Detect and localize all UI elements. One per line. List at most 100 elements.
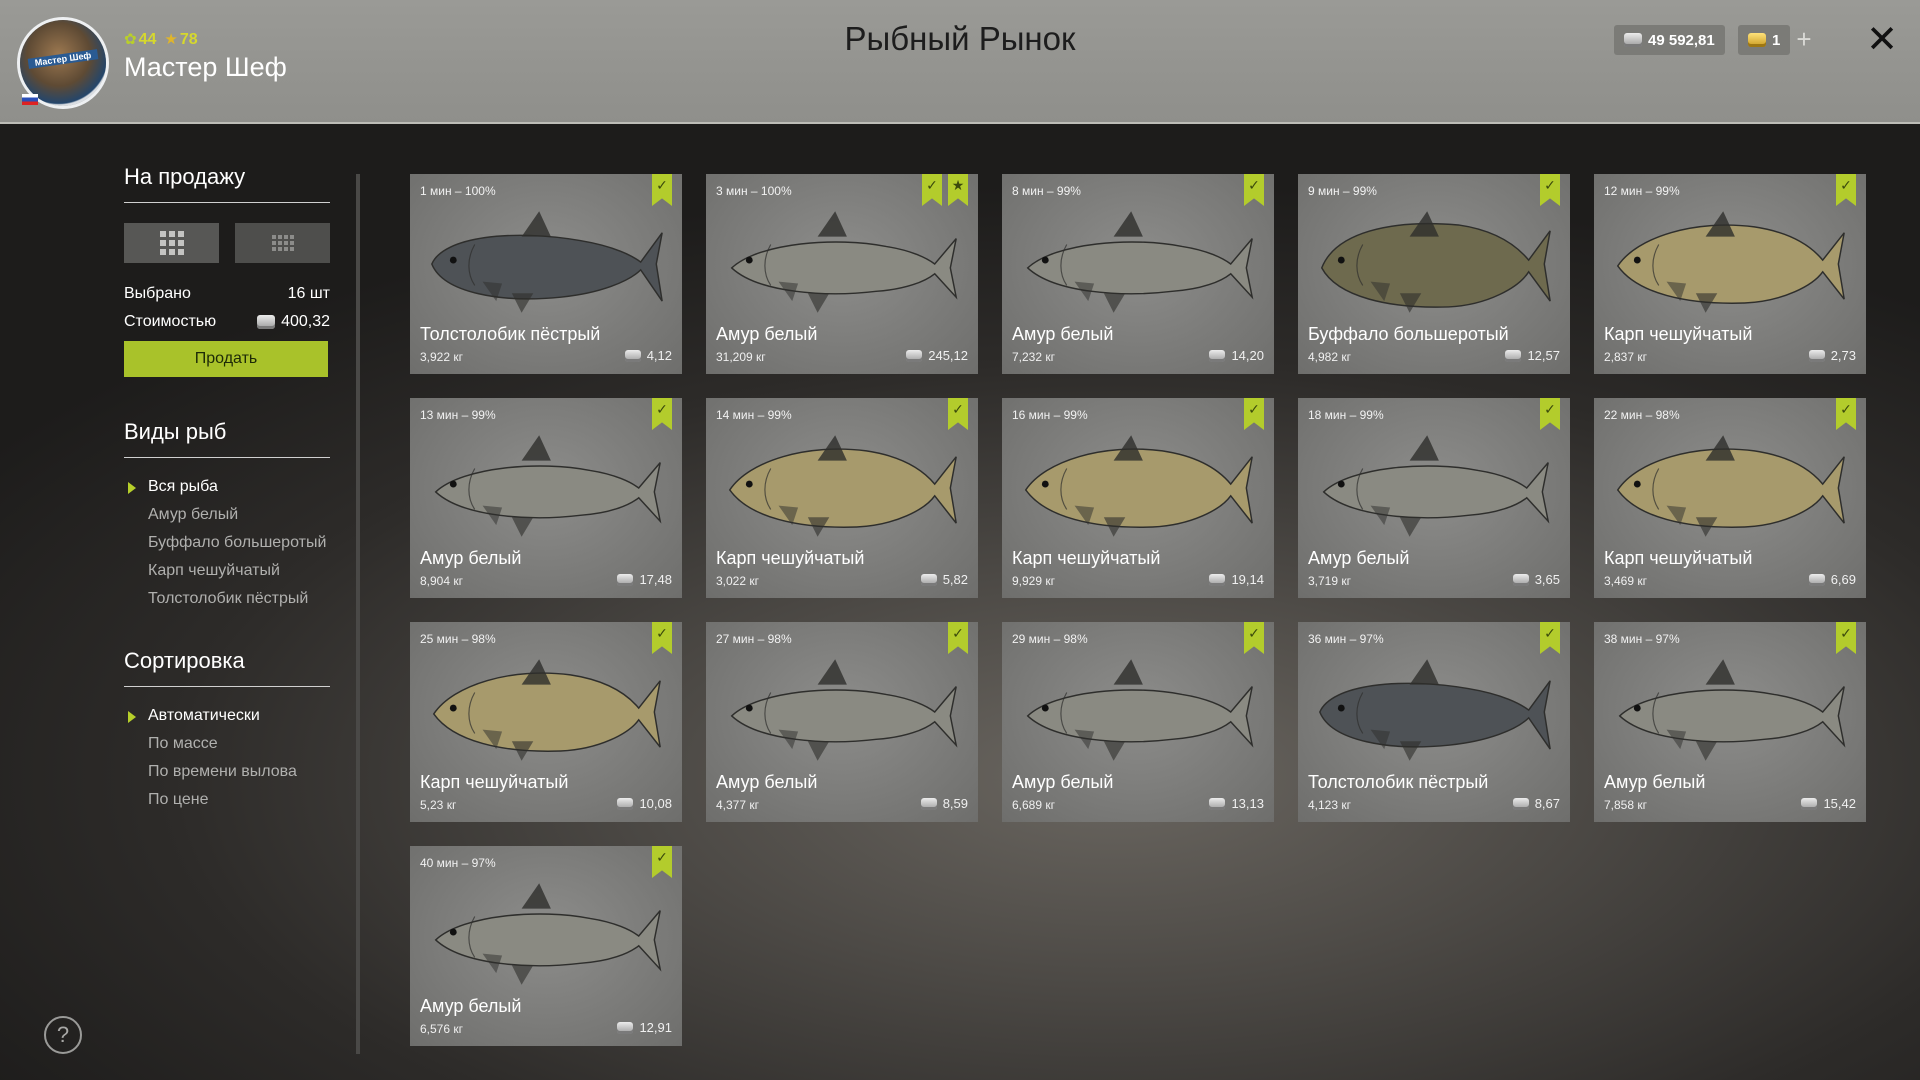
fish-card[interactable]: 1 мин – 100% ✓ Толстолобик пёстрый 3,922 кг… — [410, 174, 682, 374]
fish-price: 15,42 — [1801, 796, 1856, 811]
species-filter-amur[interactable]: Амур белый — [148, 506, 330, 524]
silver-balance[interactable]: 49 592,81 — [1614, 25, 1725, 55]
fish-name: Карп чешуйчатый — [420, 772, 569, 792]
fish-image — [434, 883, 662, 985]
fish-name: Карп чешуйчатый — [1604, 548, 1753, 568]
catch-time: 18 мин – 99% — [1308, 408, 1384, 422]
close-button[interactable]: ✕ — [1864, 20, 1900, 60]
silver-coin-icon — [1512, 797, 1529, 810]
fish-image — [1026, 659, 1254, 761]
silver-coin-icon — [624, 349, 641, 362]
cost-label: Стоимостью — [124, 313, 217, 330]
fish-image — [431, 211, 663, 313]
fish-card[interactable]: 3 мин – 100% ✓ ★ Амур белый 31,209 кг 245,12 — [706, 174, 978, 374]
sell-button[interactable]: Продать — [124, 341, 328, 377]
fish-price: 245,12 — [906, 348, 968, 363]
small-grid-view-button[interactable] — [235, 223, 330, 263]
fish-price: 10,08 — [617, 796, 672, 811]
large-grid-view-button[interactable] — [124, 223, 219, 263]
gold-value: 1 — [1772, 31, 1781, 49]
species-filter-carp[interactable]: Карп чешуйчатый — [148, 562, 330, 580]
fish-name: Толстолобик пёстрый — [1308, 772, 1489, 792]
catch-time: 29 мин – 98% — [1012, 632, 1088, 646]
fish-name: Амур белый — [1012, 324, 1114, 344]
fish-weight: 6,689 кг — [1012, 798, 1055, 812]
fish-weight: 2,837 кг — [1604, 350, 1647, 364]
sort-option-weight[interactable]: По массе — [148, 735, 330, 753]
fish-name: Толстолобик пёстрый — [420, 324, 601, 344]
fish-card[interactable]: 29 мин – 98% ✓ Амур белый 6,689 кг 13,13 — [1002, 622, 1274, 822]
fish-price: 12,91 — [617, 1020, 672, 1035]
fish-price: 8,67 — [1512, 796, 1560, 811]
species-filter-all[interactable]: Вся рыба — [128, 478, 330, 496]
gold-balance[interactable]: 1 — [1738, 25, 1791, 55]
fish-name: Амур белый — [716, 324, 818, 344]
catch-time: 36 мин – 97% — [1308, 632, 1384, 646]
fish-price-value: 5,82 — [942, 572, 968, 587]
fish-card[interactable]: 40 мин – 97% ✓ Амур белый 6,576 кг 12,91 — [410, 846, 682, 1046]
catch-time: 40 мин – 97% — [420, 856, 496, 870]
cost-value-group: 400,32 — [257, 313, 330, 331]
fish-image — [1618, 659, 1846, 761]
fish-price-value: 14,20 — [1231, 348, 1264, 363]
fish-price-value: 19,14 — [1231, 572, 1264, 587]
fish-price: 13,13 — [1209, 796, 1264, 811]
species-filter-buffalo[interactable]: Буффало большеротый — [148, 534, 330, 552]
fish-name: Амур белый — [1308, 548, 1410, 568]
fish-price: 5,82 — [920, 572, 968, 587]
fish-price-value: 12,57 — [1527, 348, 1560, 363]
cost-row: Стоимостью 400,32 — [124, 313, 330, 331]
fish-card[interactable]: 9 мин – 99% ✓ Буффало большеротый 4,982 кг 1… — [1298, 174, 1570, 374]
sort-option-catch-time[interactable]: По времени вылова — [148, 763, 330, 781]
fish-card[interactable]: 8 мин – 99% ✓ Амур белый 7,232 кг 14,20 — [1002, 174, 1274, 374]
fish-card[interactable]: 22 мин – 98% ✓ Карп чешуйчатый 3,469 кг 6,69 — [1594, 398, 1866, 598]
level-stat: ✿ 44 — [124, 30, 156, 49]
selected-row: Выбрано 16 шт — [124, 285, 330, 303]
sort-option-price[interactable]: По цене — [148, 791, 330, 809]
sort-option-auto[interactable]: Автоматически — [128, 707, 330, 725]
fish-price-value: 2,73 — [1830, 348, 1856, 363]
silver-coin-icon — [617, 797, 634, 810]
catch-time: 1 мин – 100% — [420, 184, 496, 198]
help-button[interactable]: ? — [44, 1016, 82, 1054]
catch-time: 8 мин – 99% — [1012, 184, 1081, 198]
catch-time: 25 мин – 98% — [420, 632, 496, 646]
fish-image — [730, 659, 958, 761]
fish-price: 14,20 — [1209, 348, 1264, 363]
star-icon: ★ — [164, 31, 178, 48]
level-icon: ✿ — [124, 31, 137, 48]
species-filter-list: Вся рыба Амур белый Буффало большеротый … — [124, 478, 330, 608]
silver-coin-icon — [1505, 349, 1522, 362]
fish-weight: 6,576 кг — [420, 1022, 463, 1036]
silver-coin-icon — [1512, 573, 1529, 586]
fish-card[interactable]: 13 мин – 99% ✓ Амур белый 8,904 кг 17,48 — [410, 398, 682, 598]
fish-price-value: 13,13 — [1231, 796, 1264, 811]
rating-stat: ★ 78 — [164, 30, 197, 49]
silver-value: 49 592,81 — [1648, 31, 1715, 49]
fish-card[interactable]: 36 мин – 97% ✓ Толстолобик пёстрый 4,123 кг… — [1298, 622, 1570, 822]
catch-time: 3 мин – 100% — [716, 184, 792, 198]
fish-card[interactable]: 27 мин – 98% ✓ Амур белый 4,377 кг 8,59 — [706, 622, 978, 822]
add-gold-button[interactable]: + — [1790, 25, 1818, 55]
fish-card[interactable]: 16 мин – 99% ✓ Карп чешуйчатый 9,929 кг 19,1… — [1002, 398, 1274, 598]
catch-time: 12 мин – 99% — [1604, 184, 1680, 198]
sort-option-list: Автоматически По массе По времени вылова… — [124, 707, 330, 809]
fish-price-value: 12,91 — [639, 1020, 672, 1035]
species-filter-bighead[interactable]: Толстолобик пёстрый — [148, 590, 330, 608]
fish-weight: 3,022 кг — [716, 574, 759, 588]
fish-price-value: 17,48 — [639, 572, 672, 587]
fish-card[interactable]: 18 мин – 99% ✓ Амур белый 3,719 кг 3,65 — [1298, 398, 1570, 598]
species-section-title: Виды рыб — [124, 419, 330, 458]
fish-weight: 8,904 кг — [420, 574, 463, 588]
fish-price-value: 6,69 — [1830, 572, 1856, 587]
fish-card[interactable]: 38 мин – 97% ✓ Амур белый 7,858 кг 15,42 — [1594, 622, 1866, 822]
catch-time: 27 мин – 98% — [716, 632, 792, 646]
fish-card[interactable]: 25 мин – 98% ✓ Карп чешуйчатый 5,23 кг 10,08 — [410, 622, 682, 822]
fish-image — [434, 435, 662, 537]
level-value: 44 — [138, 31, 157, 48]
fish-card[interactable]: 14 мин – 99% ✓ Карп чешуйчатый 3,022 кг 5,82 — [706, 398, 978, 598]
gold-coin-icon — [1748, 33, 1766, 47]
silver-coin-icon — [920, 573, 937, 586]
fish-price: 12,57 — [1505, 348, 1560, 363]
fish-card[interactable]: 12 мин – 99% ✓ Карп чешуйчатый 2,837 кг 2,73 — [1594, 174, 1866, 374]
